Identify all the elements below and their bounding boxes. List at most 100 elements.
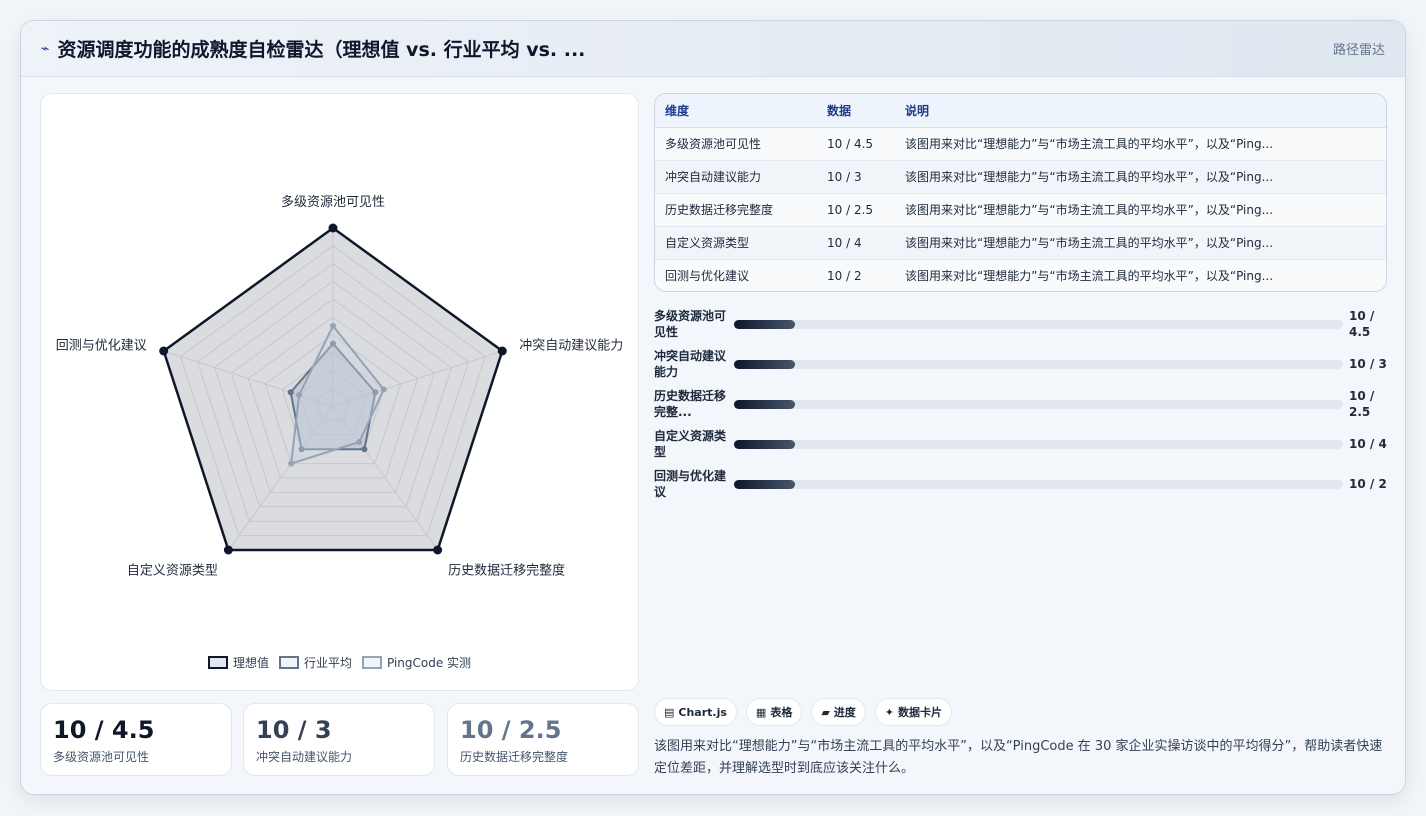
header-bar: ⌁ 资源调度功能的成熟度自检雷达（理想值 vs. 行业平均 vs. ... 路径… bbox=[21, 21, 1405, 77]
kpi-card: 10 / 2.5 历史数据迁移完整度 bbox=[447, 703, 639, 776]
progress-label: 回测与优化建议 bbox=[654, 469, 727, 499]
radar-axis-label: 多级资源池可见性 bbox=[281, 194, 385, 210]
progress-label: 多级资源池可见性 bbox=[654, 309, 727, 339]
table-icon: ▦ bbox=[755, 705, 767, 719]
column-header-description: 说明 bbox=[895, 94, 1386, 128]
progress-value: 10 / 4.5 bbox=[1349, 309, 1375, 339]
table-row: 多级资源池可见性 10 / 4.5 该图用来对比“理想能力”与“市场主流工具的平… bbox=[655, 127, 1386, 161]
radar-point bbox=[287, 389, 294, 396]
chip-label: 表格 bbox=[770, 706, 793, 719]
progress-track bbox=[734, 480, 1343, 489]
chip-label: 数据卡片 bbox=[898, 706, 943, 719]
radar-point bbox=[356, 439, 363, 446]
path-radar-link[interactable]: 路径雷达 bbox=[1333, 39, 1385, 58]
progress-label: 历史数据迁移完整... bbox=[654, 389, 727, 419]
page-title: 资源调度功能的成熟度自检雷达（理想值 vs. 行业平均 vs. ... bbox=[57, 39, 586, 61]
radar-chart-card: 多级资源池可见性 冲突自动建议能力 历史数据迁移完整度 自定义资源类型 回测与优化建议 … bbox=[40, 93, 639, 691]
progress-value: 10 / 2.5 bbox=[1349, 389, 1375, 419]
legend-item-pingcode[interactable]: PingCode 实测 bbox=[361, 654, 471, 671]
radar-point bbox=[330, 322, 336, 329]
radar-point bbox=[296, 391, 303, 398]
report-card: ⌁ 资源调度功能的成熟度自检雷达（理想值 vs. 行业平均 vs. ... 路径… bbox=[20, 20, 1406, 795]
legend-item-industry[interactable]: 行业平均 bbox=[278, 654, 352, 671]
chip-chartjs[interactable]: ▤ Chart.js bbox=[654, 698, 737, 726]
progress-fill bbox=[734, 440, 795, 449]
chip-table[interactable]: ▦ 表格 bbox=[745, 698, 803, 726]
table-header-row: 维度 数据 说明 bbox=[655, 94, 1386, 128]
table-row: 冲突自动建议能力 10 / 3 该图用来对比“理想能力”与“市场主流工具的平均水… bbox=[655, 160, 1386, 194]
progress-row: 多级资源池可见性 10 / 4.5 bbox=[654, 304, 1387, 344]
chip-label: 进度 bbox=[833, 706, 856, 719]
progress-value: 10 / 2 bbox=[1349, 477, 1387, 491]
radar-axis-label: 历史数据迁移完整度 bbox=[448, 562, 565, 578]
legend-swatch-industry bbox=[278, 656, 299, 669]
kpi-value: 10 / 3 bbox=[256, 716, 332, 744]
radar-point bbox=[159, 346, 169, 356]
table-cell: 该图用来对比“理想能力”与“市场主流工具的平均水平”，以及“Ping... bbox=[895, 160, 1386, 194]
legend-item-ideal[interactable]: 理想值 bbox=[207, 654, 269, 671]
progress-track bbox=[734, 400, 1343, 409]
progress-fill bbox=[734, 400, 795, 409]
progress-row: 自定义资源类型 10 / 4 bbox=[654, 424, 1387, 464]
progress-fill bbox=[734, 320, 795, 329]
progress-label: 自定义资源类型 bbox=[654, 429, 727, 459]
table-cell: 自定义资源类型 bbox=[655, 226, 817, 260]
progress-track bbox=[734, 320, 1343, 329]
radar-axis-label: 自定义资源类型 bbox=[127, 563, 218, 578]
radar-point bbox=[497, 346, 507, 356]
progress-track bbox=[734, 440, 1343, 449]
table-cell: 10 / 4 bbox=[817, 226, 895, 260]
radar-axis-label: 冲突自动建议能力 bbox=[519, 337, 623, 353]
legend-label: 理想值 bbox=[232, 656, 269, 670]
table-cell: 10 / 2.5 bbox=[817, 193, 895, 227]
kpi-label: 冲突自动建议能力 bbox=[256, 750, 353, 764]
progress-value: 10 / 3 bbox=[1349, 357, 1387, 371]
kpi-label: 历史数据迁移完整度 bbox=[460, 750, 569, 764]
table-row: 历史数据迁移完整度 10 / 2.5 该图用来对比“理想能力”与“市场主流工具的… bbox=[655, 193, 1386, 227]
radar-point bbox=[361, 446, 368, 453]
radar-point bbox=[223, 545, 233, 555]
progress-fill bbox=[734, 480, 795, 489]
kpi-card: 10 / 4.5 多级资源池可见性 bbox=[40, 703, 232, 776]
line-chart-icon: ⌁ bbox=[41, 40, 50, 57]
table-cell: 回测与优化建议 bbox=[655, 259, 817, 291]
sparkle-icon: ✦ bbox=[884, 705, 895, 719]
radar-axis-label: 回测与优化建议 bbox=[56, 338, 147, 353]
table-cell: 历史数据迁移完整度 bbox=[655, 193, 817, 227]
table-cell: 10 / 4.5 bbox=[817, 127, 895, 161]
column-header-dimension: 维度 bbox=[655, 94, 817, 128]
progress-list: 多级资源池可见性 10 / 4.5 冲突自动建议能力 10 / 3 历史数据迁移… bbox=[654, 304, 1387, 504]
legend-label: 行业平均 bbox=[303, 656, 352, 670]
data-table-card: 维度 数据 说明 多级资源池可见性 10 / 4.5 该图用来对比“理想能力”与… bbox=[654, 93, 1387, 292]
column-header-data: 数据 bbox=[817, 94, 895, 128]
progress-row: 回测与优化建议 10 / 2 bbox=[654, 464, 1387, 504]
kpi-label: 多级资源池可见性 bbox=[53, 750, 150, 764]
radar-point bbox=[328, 223, 338, 233]
data-table: 维度 数据 说明 多级资源池可见性 10 / 4.5 该图用来对比“理想能力”与… bbox=[655, 94, 1386, 291]
kpi-value: 10 / 4.5 bbox=[53, 716, 155, 744]
table-row: 自定义资源类型 10 / 4 该图用来对比“理想能力”与“市场主流工具的平均水平… bbox=[655, 226, 1386, 260]
table-cell: 10 / 3 bbox=[817, 160, 895, 194]
progress-icon: ▰ bbox=[821, 705, 830, 719]
radar-point bbox=[433, 545, 443, 555]
table-row: 回测与优化建议 10 / 2 该图用来对比“理想能力”与“市场主流工具的平均水平… bbox=[655, 259, 1386, 291]
progress-value: 10 / 4 bbox=[1349, 437, 1387, 451]
progress-label: 冲突自动建议能力 bbox=[654, 349, 727, 379]
chart-description: 该图用来对比“理想能力”与“市场主流工具的平均水平”，以及“PingCode 在… bbox=[654, 739, 1383, 776]
table-cell: 10 / 2 bbox=[817, 259, 895, 291]
table-cell: 冲突自动建议能力 bbox=[655, 160, 817, 194]
legend-swatch-pingcode bbox=[361, 656, 382, 669]
progress-row: 冲突自动建议能力 10 / 3 bbox=[654, 344, 1387, 384]
table-cell: 多级资源池可见性 bbox=[655, 127, 817, 161]
radar-point bbox=[288, 460, 295, 467]
chip-data-cards[interactable]: ✦ 数据卡片 bbox=[874, 698, 953, 726]
chart-icon: ▤ bbox=[664, 705, 675, 719]
radar-point bbox=[380, 386, 387, 393]
progress-track bbox=[734, 360, 1343, 369]
chip-label: Chart.js bbox=[678, 705, 727, 719]
table-cell: 该图用来对比“理想能力”与“市场主流工具的平均水平”，以及“Ping... bbox=[895, 127, 1386, 161]
radar-chart: 多级资源池可见性冲突自动建议能力历史数据迁移完整度 自定义资源类型 回测与优化建议 bbox=[56, 194, 623, 578]
chip-progress[interactable]: ▰ 进度 bbox=[811, 698, 866, 726]
table-cell: 该图用来对比“理想能力”与“市场主流工具的平均水平”，以及“Ping... bbox=[895, 226, 1386, 260]
kpi-card: 10 / 3 冲突自动建议能力 bbox=[243, 703, 435, 776]
